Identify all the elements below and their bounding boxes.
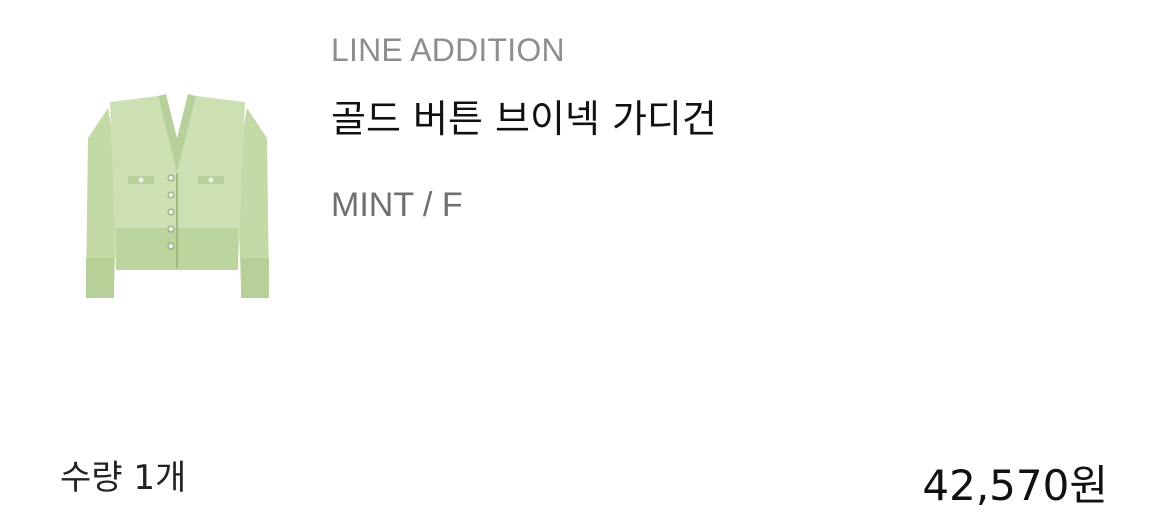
- quantity-label: 수량 1개: [60, 458, 187, 498]
- product-name[interactable]: 골드 버튼 브이넥 가디건: [331, 88, 717, 143]
- product-thumbnail[interactable]: [70, 78, 285, 318]
- product-option: MINT / F: [331, 186, 463, 224]
- brand-label: LINE ADDITION: [331, 32, 565, 68]
- price-label: 42,570원: [922, 461, 1108, 510]
- order-item-card: LINE ADDITION 골드 버튼 브이넥 가디건 MINT / F 수량 …: [0, 0, 1170, 527]
- cardigan-image: [86, 94, 269, 298]
